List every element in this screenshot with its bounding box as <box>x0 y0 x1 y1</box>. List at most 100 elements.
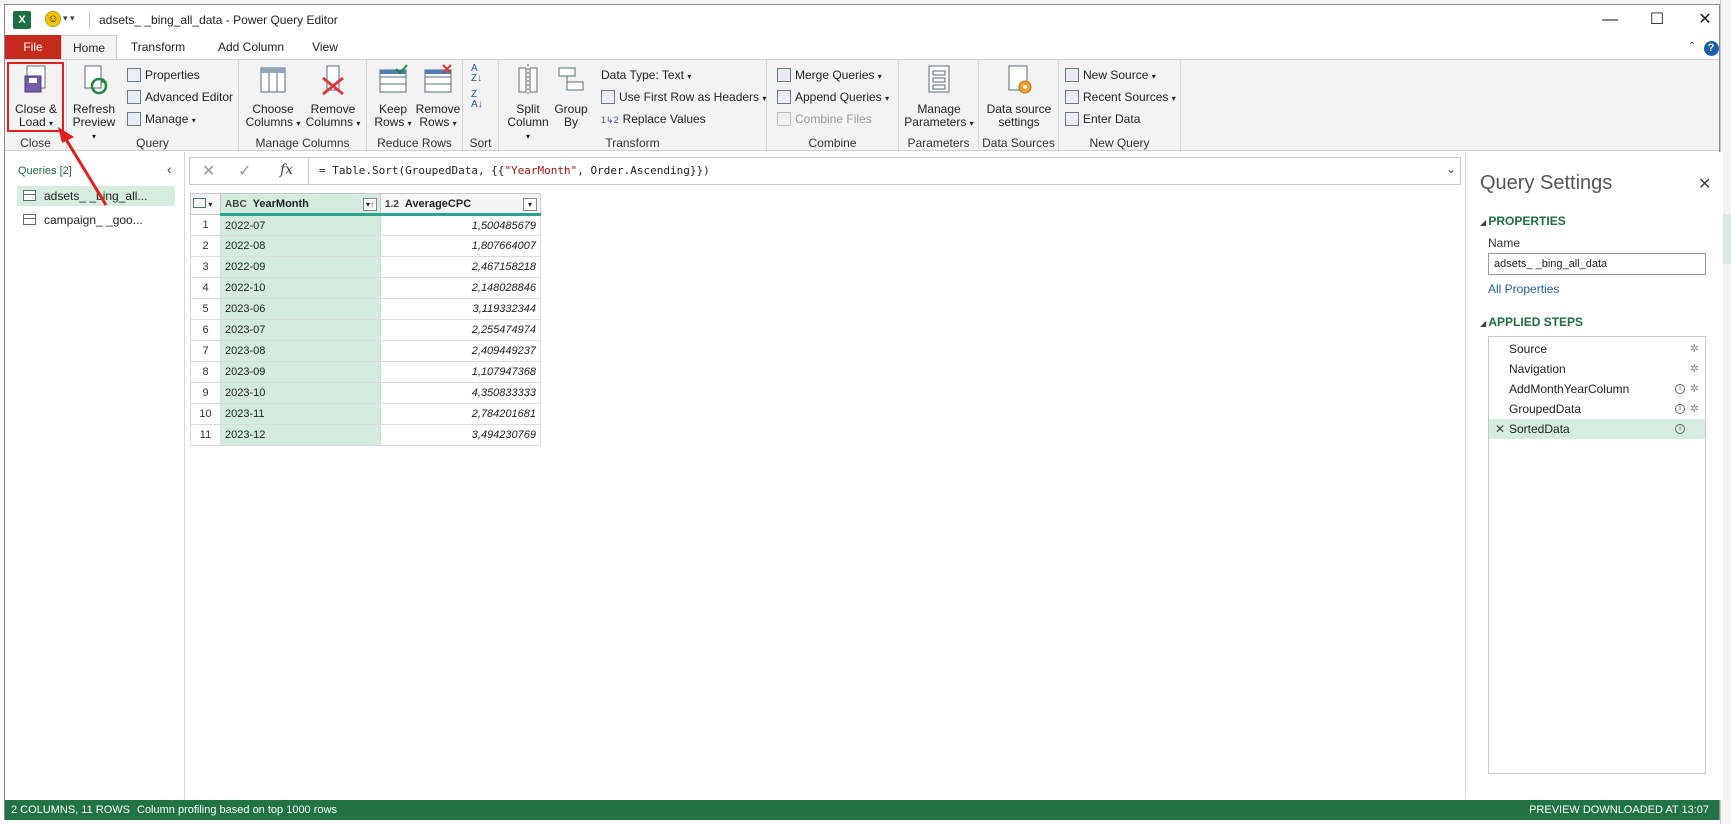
info-icon[interactable]: i <box>1675 404 1685 414</box>
split-column-button[interactable]: Split Column ▾ <box>505 64 551 143</box>
row-number[interactable]: 10 <box>190 403 221 425</box>
tab-add-column[interactable]: Add Column <box>211 35 291 59</box>
status-profiling[interactable]: Column profiling based on top 1000 rows <box>137 800 337 820</box>
data-type-dropdown[interactable]: Data Type: Text ▾ <box>601 66 691 84</box>
manage-parameters-button[interactable]: Manage Parameters ▾ <box>903 64 975 130</box>
row-number[interactable]: 6 <box>190 319 221 341</box>
keep-rows-button[interactable]: Keep Rows ▾ <box>371 64 415 130</box>
all-properties-link[interactable]: All Properties <box>1488 282 1559 296</box>
commit-formula-icon[interactable]: ✓ <box>238 161 251 181</box>
properties-button[interactable]: Properties <box>127 66 200 84</box>
table-row[interactable]: 9 2023-10 4,350833333 <box>190 382 541 404</box>
remove-rows-button[interactable]: Remove Rows ▾ <box>415 64 461 130</box>
column-header-yearmonth[interactable]: ABC YearMonth ▾↑ <box>220 193 381 216</box>
cell-yearmonth[interactable]: 2023-10 <box>220 382 381 404</box>
cell-yearmonth[interactable]: 2022-09 <box>220 256 381 278</box>
table-row[interactable]: 1 2022-07 1,500485679 <box>190 214 541 236</box>
combine-files-button[interactable]: Combine Files <box>777 110 872 128</box>
cell-yearmonth[interactable]: 2023-06 <box>220 298 381 320</box>
cell-yearmonth[interactable]: 2023-07 <box>220 319 381 341</box>
step-sorteddata[interactable]: ✕ SortedData i <box>1489 419 1705 439</box>
cell-averagecpc[interactable]: 3,494230769 <box>380 424 541 446</box>
table-row[interactable]: 5 2023-06 3,119332344 <box>190 298 541 320</box>
table-row[interactable]: 4 2022-10 2,148028846 <box>190 277 541 299</box>
cell-yearmonth[interactable]: 2023-08 <box>220 340 381 362</box>
query-item-campaign[interactable]: campaign_ _goo... <box>17 210 175 230</box>
table-row[interactable]: 2 2022-08 1,807664007 <box>190 235 541 257</box>
sort-ascending-icon[interactable]: A Z↓ <box>471 64 482 84</box>
gear-icon[interactable]: ✲ <box>1690 359 1699 379</box>
enter-data-button[interactable]: Enter Data <box>1065 110 1140 128</box>
group-by-button[interactable]: Group By <box>553 64 589 129</box>
formula-text[interactable]: = Table.Sort(GroupedData, {{"YearMonth",… <box>308 158 1438 184</box>
gear-icon[interactable]: ✲ <box>1690 399 1699 419</box>
query-item-adsets[interactable]: adsets_ _bing_all... <box>17 186 175 206</box>
cell-averagecpc[interactable]: 2,784201681 <box>380 403 541 425</box>
cancel-formula-icon[interactable]: ✕ <box>202 161 215 181</box>
help-icon[interactable]: ? <box>1703 35 1719 59</box>
cell-averagecpc[interactable]: 2,148028846 <box>380 277 541 299</box>
tab-transform[interactable]: Transform <box>123 35 193 59</box>
table-row[interactable]: 3 2022-09 2,467158218 <box>190 256 541 278</box>
applied-steps-header[interactable]: ◢ APPLIED STEPS <box>1480 315 1583 329</box>
cell-yearmonth[interactable]: 2022-08 <box>220 235 381 257</box>
table-menu-icon[interactable]: ▾ <box>190 193 221 215</box>
recent-sources-button[interactable]: Recent Sources ▾ <box>1065 88 1176 106</box>
row-number[interactable]: 11 <box>190 424 221 446</box>
collapse-ribbon-icon[interactable]: ⌃ <box>1685 35 1699 59</box>
append-queries-button[interactable]: Append Queries ▾ <box>777 88 889 106</box>
tab-view[interactable]: View <box>303 35 347 59</box>
cell-yearmonth[interactable]: 2022-07 <box>220 214 381 236</box>
cell-yearmonth[interactable]: 2023-11 <box>220 403 381 425</box>
row-number[interactable]: 1 <box>190 214 221 236</box>
tab-file[interactable]: File <box>5 35 61 59</box>
gear-icon[interactable]: ✲ <box>1690 379 1699 399</box>
cell-averagecpc[interactable]: 1,807664007 <box>380 235 541 257</box>
row-number[interactable]: 5 <box>190 298 221 320</box>
cell-averagecpc[interactable]: 2,409449237 <box>380 340 541 362</box>
info-icon[interactable]: i <box>1675 424 1685 434</box>
table-row[interactable]: 6 2023-07 2,255474974 <box>190 319 541 341</box>
replace-values-button[interactable]: 1↳2 Replace Values <box>601 110 706 128</box>
text-type-icon[interactable]: ABC <box>225 199 247 210</box>
refresh-preview-button[interactable]: Refresh Preview ▾ <box>71 64 117 143</box>
row-number[interactable]: 9 <box>190 382 221 404</box>
manage-button[interactable]: Manage ▾ <box>127 110 196 128</box>
filter-dropdown-icon[interactable]: ▾ <box>523 198 537 211</box>
merge-queries-button[interactable]: Merge Queries ▾ <box>777 66 882 84</box>
close-button[interactable]: ✕ <box>1690 9 1720 31</box>
step-groupeddata[interactable]: GroupedData i ✲ <box>1489 399 1705 419</box>
step-navigation[interactable]: Navigation ✲ <box>1489 359 1705 379</box>
cell-yearmonth[interactable]: 2023-09 <box>220 361 381 383</box>
table-row[interactable]: 7 2023-08 2,409449237 <box>190 340 541 362</box>
table-row[interactable]: 10 2023-11 2,784201681 <box>190 403 541 425</box>
feedback-smiley-icon[interactable]: ☺ <box>45 11 61 27</box>
properties-section-header[interactable]: ◢ PROPERTIES <box>1480 214 1566 228</box>
cell-yearmonth[interactable]: 2022-10 <box>220 277 381 299</box>
row-number[interactable]: 4 <box>190 277 221 299</box>
new-source-button[interactable]: New Source ▾ <box>1065 66 1156 84</box>
cell-yearmonth[interactable]: 2023-12 <box>220 424 381 446</box>
query-name-input[interactable]: adsets_ _bing_all_data <box>1488 253 1706 275</box>
quick-access-dropdown-icon[interactable]: ▾ ▾ <box>63 13 75 24</box>
decimal-type-icon[interactable]: 1.2 <box>385 199 399 210</box>
cell-averagecpc[interactable]: 1,107947368 <box>380 361 541 383</box>
remove-columns-button[interactable]: Remove Columns ▾ <box>303 64 363 130</box>
cell-averagecpc[interactable]: 1,500485679 <box>380 214 541 236</box>
cell-averagecpc[interactable]: 4,350833333 <box>380 382 541 404</box>
data-source-settings-button[interactable]: Data source settings <box>981 64 1057 129</box>
tab-home[interactable]: Home <box>61 35 117 59</box>
row-number[interactable]: 7 <box>190 340 221 362</box>
expand-formula-icon[interactable]: ⌄ <box>1446 162 1456 176</box>
minimize-button[interactable]: — <box>1595 9 1625 31</box>
cell-averagecpc[interactable]: 2,467158218 <box>380 256 541 278</box>
delete-step-icon[interactable]: ✕ <box>1495 419 1505 439</box>
collapse-pane-icon[interactable]: ‹ <box>167 161 172 177</box>
column-header-averagecpc[interactable]: 1.2 AverageCPC ▾ <box>380 193 541 216</box>
cell-averagecpc[interactable]: 2,255474974 <box>380 319 541 341</box>
gear-icon[interactable]: ✲ <box>1690 339 1699 359</box>
sort-descending-icon[interactable]: Z A↓ <box>471 90 483 110</box>
info-icon[interactable]: i <box>1675 384 1685 394</box>
advanced-editor-button[interactable]: Advanced Editor <box>127 88 233 106</box>
step-source[interactable]: Source ✲ <box>1489 339 1705 359</box>
